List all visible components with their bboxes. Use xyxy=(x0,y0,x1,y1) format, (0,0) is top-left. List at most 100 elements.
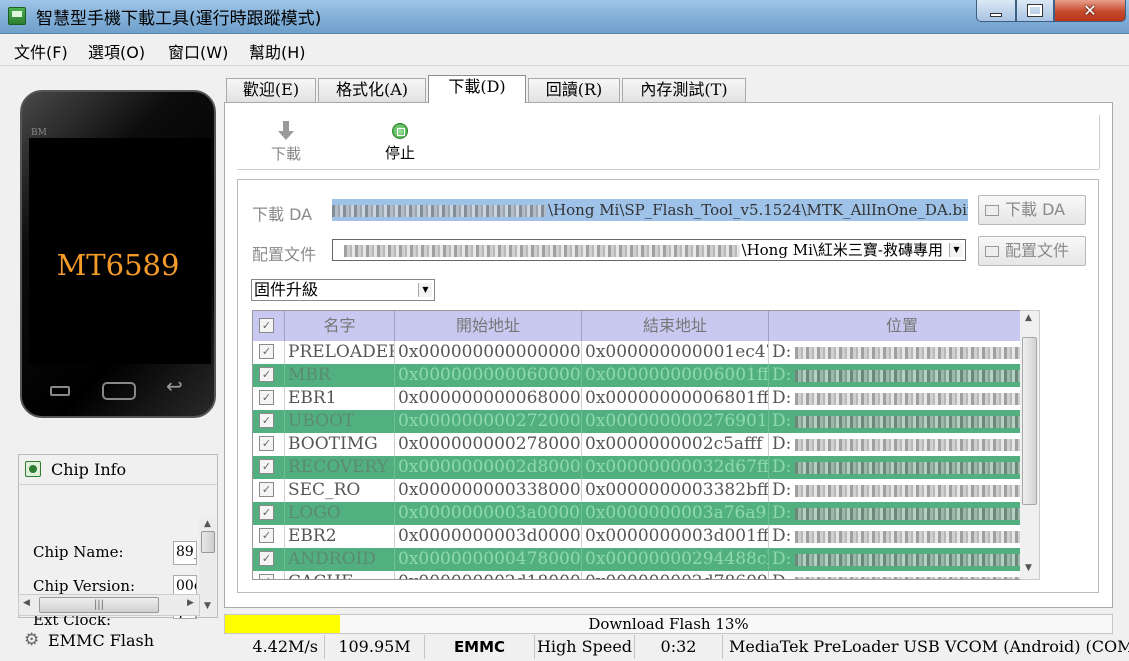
table-row[interactable]: ✓ BOOTIMG 0x0000000002780000 0x0000000002c5… xyxy=(253,433,1033,456)
chip-info-title: Chip Info xyxy=(51,460,127,479)
row-end-address: 0x000000002d786093 xyxy=(582,571,769,579)
scatter-file-button[interactable]: 配置文件 xyxy=(978,236,1086,266)
row-checkbox-cell[interactable]: ✓ xyxy=(253,479,285,502)
table-vscrollbar[interactable]: ▲ ▼ xyxy=(1020,310,1040,580)
download-tab-panel: 下載 停止 下載 DA \Hong Mi\SP_Flash_Tool_v5.15… xyxy=(224,102,1113,608)
maximize-button[interactable] xyxy=(1016,0,1054,22)
chip-info-icon xyxy=(25,461,41,477)
row-location: D: xyxy=(769,341,1033,364)
tab-welcome[interactable]: 歡迎(E) xyxy=(226,78,316,102)
download-settings-area: 下載 DA \Hong Mi\SP_Flash_Tool_v5.1524\MTK… xyxy=(237,179,1099,593)
table-row[interactable]: ✓ RECOVERY 0x0000000002d80000 0x00000000032… xyxy=(253,456,1033,479)
table-row[interactable]: ✓ LOGO 0x0000000003a00000 0x0000000003a76a9… xyxy=(253,502,1033,525)
row-end-address: 0x0000000003d001ff xyxy=(582,525,769,548)
column-name: 名字 xyxy=(285,311,395,341)
scroll-thumb[interactable] xyxy=(201,531,215,553)
row-checkbox[interactable]: ✓ xyxy=(259,436,274,451)
scatter-file-select[interactable]: \Hong Mi\紅米三寶-救磚專用 ▼ xyxy=(332,239,966,261)
menu-file[interactable]: 文件(F) xyxy=(14,39,68,63)
download-mode-value: 固件升級 xyxy=(254,280,319,299)
download-da-button[interactable]: 下載 DA xyxy=(978,195,1086,225)
select-all-checkbox[interactable]: ✓ xyxy=(259,318,274,333)
row-checkbox[interactable]: ✓ xyxy=(259,413,274,428)
toolbar-edge xyxy=(1099,115,1100,169)
chip-info-hscrollbar[interactable]: ◀ ||| ▶ xyxy=(18,594,200,616)
menu-options[interactable]: 選項(O) xyxy=(88,39,145,63)
toolbar-divider xyxy=(237,169,1099,170)
table-row[interactable]: ✓ MBR 0x0000000000600000 0x00000000006001ff… xyxy=(253,364,1033,387)
table-row[interactable]: ✓ CACHE0x000000002d1800000x000000002d7860… xyxy=(253,571,1033,579)
row-end-address: 0x00000000032d67ff xyxy=(582,456,769,479)
row-checkbox[interactable]: ✓ xyxy=(259,528,274,543)
row-checkbox[interactable]: ✓ xyxy=(259,574,274,579)
table-row[interactable]: ✓ EBR1 0x0000000000680000 0x00000000006801f… xyxy=(253,387,1033,410)
row-checkbox[interactable]: ✓ xyxy=(259,505,274,520)
row-start-address: 0x0000000004780000 xyxy=(395,548,582,571)
minimize-button[interactable] xyxy=(976,0,1016,22)
redacted-path xyxy=(343,245,740,257)
row-location: D: xyxy=(769,387,1033,410)
row-checkbox-cell[interactable]: ✓ xyxy=(253,548,285,571)
download-da-path-field[interactable]: \Hong Mi\SP_Flash_Tool_v5.1524\MTK_AllIn… xyxy=(332,199,968,221)
chevron-down-icon: ▼ xyxy=(418,283,432,297)
table-row[interactable]: ✓ EBR2 0x0000000003d00000 0x0000000003d001f… xyxy=(253,525,1033,548)
scatter-file-path: \Hong Mi\紅米三寶-救磚專用 xyxy=(741,241,943,259)
row-checkbox-cell[interactable]: ✓ xyxy=(253,341,285,364)
redacted-location xyxy=(795,346,1028,359)
table-row[interactable]: ✓ UBOOT 0x0000000002720000 0x00000000027690… xyxy=(253,410,1033,433)
partition-table: ✓ 名字 開始地址 結束地址 位置 ✓ PRELOADER 0x0000000000… xyxy=(252,310,1034,580)
chip-name-label: Chip Name: xyxy=(33,543,124,561)
row-checkbox[interactable]: ✓ xyxy=(259,459,274,474)
download-da-path: \Hong Mi\SP_Flash_Tool_v5.1524\MTK_AllIn… xyxy=(548,201,968,219)
row-checkbox[interactable]: ✓ xyxy=(259,551,274,566)
row-checkbox-cell[interactable]: ✓ xyxy=(253,525,285,548)
row-start-address: 0x000000002d180000 xyxy=(395,571,582,579)
row-checkbox-cell[interactable]: ✓ xyxy=(253,410,285,433)
hscroll-thumb[interactable]: ||| xyxy=(39,597,159,613)
menu-window[interactable]: 窗口(W) xyxy=(168,39,228,63)
row-name: ANDROID xyxy=(285,548,395,571)
redacted-location xyxy=(795,507,1028,520)
row-checkbox-cell[interactable]: ✓ xyxy=(253,456,285,479)
download-label: 下載 xyxy=(271,145,302,163)
row-location: D: xyxy=(769,571,1033,579)
row-checkbox-cell[interactable]: ✓ xyxy=(253,433,285,456)
redacted-location xyxy=(795,438,1028,451)
table-scroll-thumb[interactable] xyxy=(1022,337,1037,505)
menu-help[interactable]: 幫助(H) xyxy=(249,39,306,63)
chip-version-label: Chip Version: xyxy=(33,577,136,595)
table-row[interactable]: ✓ SEC_RO 0x0000000003380000 0x0000000003382… xyxy=(253,479,1033,502)
download-mode-select[interactable]: 固件升級 ▼ xyxy=(251,279,435,301)
row-checkbox[interactable]: ✓ xyxy=(259,390,274,405)
row-checkbox-cell[interactable]: ✓ xyxy=(253,387,285,410)
column-start-address: 開始地址 xyxy=(395,311,582,341)
emmc-flash-panel[interactable]: ⚙ EMMC Flash xyxy=(18,626,218,656)
stop-button[interactable]: 停止 xyxy=(385,123,415,163)
row-checkbox-cell[interactable]: ✓ xyxy=(253,502,285,525)
redacted-location xyxy=(795,553,1028,566)
close-button[interactable]: ✕ xyxy=(1054,0,1126,22)
row-checkbox[interactable]: ✓ xyxy=(259,482,274,497)
status-time: 0:32 xyxy=(634,635,722,659)
tab-readback[interactable]: 回讀(R) xyxy=(528,78,620,102)
row-checkbox[interactable]: ✓ xyxy=(259,344,274,359)
row-end-address: 0x00000000294488cb xyxy=(582,548,769,571)
chip-info-vscrollbar[interactable]: ▲ ▼ xyxy=(199,517,217,617)
scroll-down-icon: ▼ xyxy=(204,601,211,611)
row-checkbox[interactable]: ✓ xyxy=(259,367,274,382)
row-checkbox-cell[interactable]: ✓ xyxy=(253,571,285,579)
row-checkbox-cell[interactable]: ✓ xyxy=(253,364,285,387)
tab-format[interactable]: 格式化(A) xyxy=(318,78,426,102)
tab-download[interactable]: 下載(D) xyxy=(428,75,526,103)
row-start-address: 0x0000000002d80000 xyxy=(395,456,582,479)
select-all-header[interactable]: ✓ xyxy=(253,311,285,341)
scroll-down-icon: ▼ xyxy=(1025,563,1032,573)
main-window: 文件(F) 選項(O) 窗口(W) 幫助(H) BM MT6589 ↩ Chip… xyxy=(0,34,1129,661)
gear-icon: ⚙ xyxy=(24,630,40,650)
tab-memory-test[interactable]: 內存測試(T) xyxy=(622,78,746,102)
close-icon: ✕ xyxy=(1083,1,1097,20)
table-row[interactable]: ✓ ANDROID 0x0000000004780000 0x000000002944… xyxy=(253,548,1033,571)
chip-info-header[interactable]: Chip Info xyxy=(19,455,217,485)
table-row[interactable]: ✓ PRELOADER 0x0000000000000000 0x0000000000… xyxy=(253,341,1033,364)
download-button[interactable]: 下載 xyxy=(271,121,301,164)
